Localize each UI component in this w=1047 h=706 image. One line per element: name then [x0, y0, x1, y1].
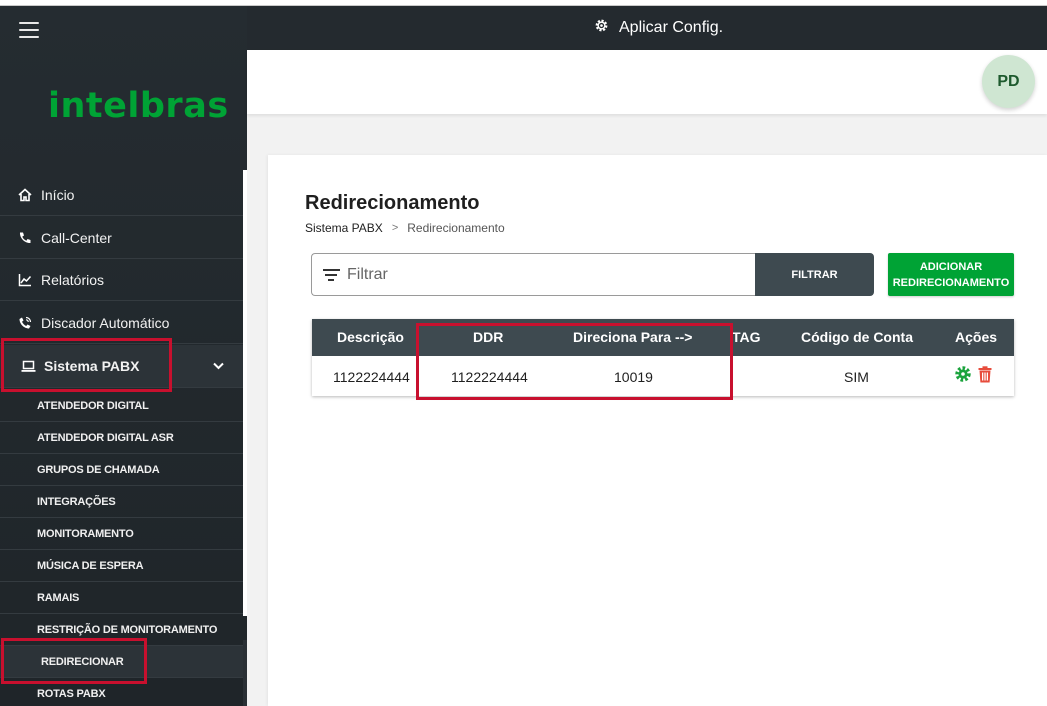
sidebar-item-call-center[interactable]: Call-Center [0, 217, 243, 259]
column-header-codigo-conta[interactable]: Código de Conta [801, 329, 913, 345]
sidebar-item-label: Relatórios [41, 271, 105, 288]
sidebar-subitem-grupos-de-chamada[interactable]: GRUPOS DE CHAMADA [0, 454, 243, 486]
filter-button[interactable]: FILTRAR [755, 253, 874, 296]
sidebar-item-label: Discador Automático [41, 314, 170, 331]
cell-descricao: 1122224444 [333, 369, 410, 385]
apply-config-label: Aplicar Config. [619, 18, 724, 36]
breadcrumb-root[interactable]: Sistema PABX [305, 221, 383, 235]
intelbras-logo: intelbras [48, 86, 229, 126]
sidebar-subitem-redirecionar[interactable]: REDIRECIONAR [0, 646, 243, 678]
sidebar-scrollbar-track [243, 640, 247, 706]
trash-icon[interactable] [978, 366, 992, 383]
laptop-icon [20, 358, 36, 374]
top-bar: Aplicar Config. [247, 6, 1047, 50]
user-avatar[interactable]: PD [982, 55, 1035, 108]
sidebar-subitem-integracoes[interactable]: INTEGRAÇÕES [0, 486, 243, 518]
sidebar-item-label: Sistema PABX [44, 358, 140, 374]
hamburger-menu-icon[interactable] [19, 22, 39, 38]
filter-field[interactable] [311, 253, 755, 296]
chart-line-icon [17, 272, 33, 288]
filter-input[interactable] [347, 265, 727, 284]
redirect-table: Descrição DDR Direciona Para --> TAG Cód… [312, 319, 1014, 396]
breadcrumb: Sistema PABX > Redirecionamento [305, 221, 505, 235]
phone-icon [17, 230, 33, 246]
content-card [268, 155, 1047, 706]
column-header-tag[interactable]: TAG [732, 329, 761, 345]
sidebar-subitem-atendedor-digital-asr[interactable]: ATENDEDOR DIGITAL ASR [0, 422, 243, 454]
page-title: Redirecionamento [305, 192, 480, 214]
add-redirect-button[interactable]: ADICIONAR REDIRECIONAMENTO [888, 253, 1014, 296]
column-header-ddr[interactable]: DDR [473, 329, 503, 345]
header-bar [247, 50, 1047, 114]
breadcrumb-separator: > [391, 222, 399, 234]
sidebar-subitem-atendedor-digital[interactable]: ATENDEDOR DIGITAL [0, 390, 243, 422]
sidebar-item-label: Call-Center [41, 229, 112, 246]
phone-dial-icon [17, 315, 33, 331]
cell-ddr: 1122224444 [451, 369, 528, 385]
sidebar-item-discador[interactable]: Discador Automático [0, 302, 243, 344]
sidebar-item-inicio[interactable]: Início [0, 174, 243, 216]
sidebar-subitem-restricao-monitoramento[interactable]: RESTRIÇÃO DE MONITORAMENTO [0, 614, 243, 646]
gear-icon [594, 18, 609, 37]
column-header-descricao[interactable]: Descrição [337, 329, 404, 345]
sidebar-scrollbar[interactable] [243, 170, 247, 616]
add-button-line1: ADICIONAR [919, 260, 983, 273]
column-header-acoes: Ações [955, 329, 998, 345]
sidebar-subitem-rotas-pabx[interactable]: ROTAS PABX [0, 678, 243, 706]
add-button-line2: REDIRECIONAMENTO [892, 276, 1010, 289]
breadcrumb-current: Redirecionamento [407, 221, 505, 235]
cell-codigo-conta: SIM [844, 369, 869, 385]
apply-config-button[interactable]: Aplicar Config. [594, 18, 723, 37]
sidebar-item-relatorios[interactable]: Relatórios [0, 259, 243, 301]
sidebar-item-label: Início [41, 186, 75, 203]
chevron-down-icon[interactable] [213, 359, 224, 373]
home-icon [17, 187, 33, 203]
sidebar-item-sistema-pabx[interactable]: Sistema PABX [0, 345, 243, 388]
column-header-direciona-para[interactable]: Direciona Para --> [573, 329, 692, 345]
sidebar-subitem-ramais[interactable]: RAMAIS [0, 582, 243, 614]
settings-gear-icon[interactable] [954, 365, 972, 388]
sidebar-subitem-monitoramento[interactable]: MONITORAMENTO [0, 518, 243, 550]
cell-direciona-para: 10019 [614, 369, 653, 385]
sidebar-subitem-musica-de-espera[interactable]: MÚSICA DE ESPERA [0, 550, 243, 582]
filter-icon [322, 267, 340, 282]
